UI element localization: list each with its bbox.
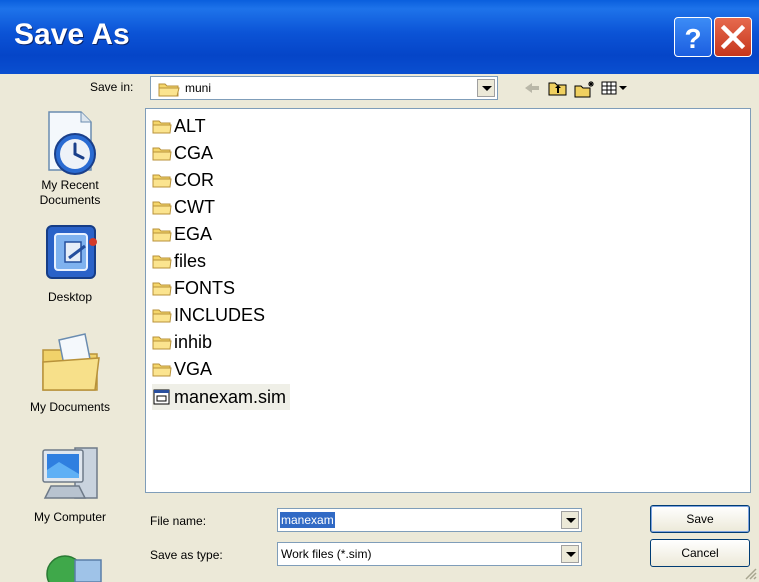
file-name: EGA bbox=[174, 223, 213, 244]
file-name: CWT bbox=[174, 196, 215, 217]
svg-text:?: ? bbox=[684, 23, 701, 54]
recent-documents-icon bbox=[48, 111, 96, 175]
file-name: COR bbox=[174, 169, 214, 190]
chevron-down-icon bbox=[566, 518, 576, 523]
folder-icon bbox=[152, 309, 172, 323]
resize-grip-icon[interactable] bbox=[743, 566, 757, 580]
up-folder-icon[interactable] bbox=[548, 80, 568, 96]
close-button[interactable] bbox=[714, 17, 752, 57]
file-name: VGA bbox=[174, 358, 213, 379]
desktop-icon bbox=[46, 225, 97, 279]
file-name-value: manexam bbox=[280, 512, 335, 528]
help-button[interactable]: ? bbox=[674, 17, 712, 57]
help-icon: ? bbox=[684, 23, 701, 54]
place-my-documents[interactable]: My Documents bbox=[0, 328, 140, 414]
folder-icon bbox=[152, 147, 172, 161]
save-as-type-label: Save as type: bbox=[150, 548, 223, 562]
folder-icon bbox=[152, 255, 172, 269]
my-documents-icon bbox=[42, 333, 100, 391]
file-name: inhib bbox=[174, 331, 213, 352]
list-item-folder[interactable]: VGA bbox=[152, 356, 212, 382]
chevron-down-icon bbox=[482, 86, 492, 91]
file-name: manexam.sim bbox=[174, 386, 287, 407]
list-item-folder[interactable]: inhib bbox=[152, 329, 212, 355]
save-in-combo[interactable]: muni bbox=[150, 76, 498, 100]
save-as-dialog: Save As ? Save in: muni My Recent Docume… bbox=[0, 0, 759, 582]
chevron-down-icon bbox=[566, 552, 576, 557]
list-item-folder[interactable]: COR bbox=[152, 167, 214, 193]
list-item-folder[interactable]: FONTS bbox=[152, 275, 235, 301]
folder-icon bbox=[152, 363, 172, 377]
save-in-label: Save in: bbox=[90, 80, 134, 94]
close-icon bbox=[720, 24, 746, 50]
place-label: Desktop bbox=[47, 290, 93, 304]
save-as-type-select[interactable]: Work files (*.sim) bbox=[277, 542, 582, 566]
folder-icon bbox=[152, 282, 172, 296]
list-item-folder[interactable]: EGA bbox=[152, 221, 212, 247]
folder-icon bbox=[158, 83, 180, 97]
places-bar: My Recent Documents Desktop My Documents bbox=[0, 108, 140, 582]
file-name: ALT bbox=[174, 115, 206, 136]
list-item-file[interactable]: manexam.sim bbox=[152, 384, 291, 410]
new-folder-icon[interactable] bbox=[574, 80, 596, 98]
folder-icon bbox=[152, 201, 172, 215]
folder-icon bbox=[152, 120, 172, 134]
file-name-dropdown-button[interactable] bbox=[561, 511, 579, 529]
back-icon[interactable] bbox=[522, 80, 542, 96]
title-bar[interactable]: Save As ? bbox=[0, 0, 759, 74]
file-name: INCLUDES bbox=[174, 304, 266, 325]
save-in-dropdown-button[interactable] bbox=[477, 79, 495, 97]
list-item-folder[interactable]: CWT bbox=[152, 194, 215, 220]
folder-icon bbox=[152, 174, 172, 188]
window-title: Save As bbox=[14, 18, 130, 51]
place-desktop[interactable]: Desktop bbox=[0, 220, 140, 304]
place-my-recent-documents[interactable]: My Recent Documents bbox=[0, 108, 140, 208]
save-button[interactable]: Save bbox=[650, 505, 750, 533]
my-computer-icon bbox=[42, 447, 98, 499]
place-my-computer[interactable]: My Computer bbox=[0, 440, 140, 524]
list-item-folder[interactable]: INCLUDES bbox=[152, 302, 265, 328]
save-as-type-value: Work files (*.sim) bbox=[281, 547, 372, 561]
folder-icon bbox=[152, 228, 172, 242]
view-menu-icon[interactable] bbox=[601, 80, 629, 96]
save-in-value: muni bbox=[185, 81, 212, 95]
file-name-label: File name: bbox=[150, 514, 207, 528]
file-icon bbox=[153, 389, 170, 405]
place-my-network-places[interactable] bbox=[0, 546, 140, 582]
network-places-icon bbox=[46, 555, 102, 582]
folder-icon bbox=[152, 336, 172, 350]
list-item-folder[interactable]: CGA bbox=[152, 140, 213, 166]
file-name: FONTS bbox=[174, 277, 235, 298]
place-label: My Documents bbox=[29, 400, 111, 414]
file-name-input[interactable]: manexam bbox=[277, 508, 582, 532]
list-item-folder[interactable]: ALT bbox=[152, 113, 206, 139]
place-label: My Recent Documents bbox=[39, 178, 101, 207]
cancel-button[interactable]: Cancel bbox=[650, 539, 750, 567]
save-as-type-dropdown-button[interactable] bbox=[561, 545, 579, 563]
file-list[interactable]: ALT CGA COR CWT EGA files FONTS INCLUDES… bbox=[145, 108, 751, 493]
file-name: files bbox=[174, 250, 207, 271]
file-name: CGA bbox=[174, 142, 214, 163]
place-label: My Computer bbox=[33, 510, 107, 524]
list-item-folder[interactable]: files bbox=[152, 248, 206, 274]
